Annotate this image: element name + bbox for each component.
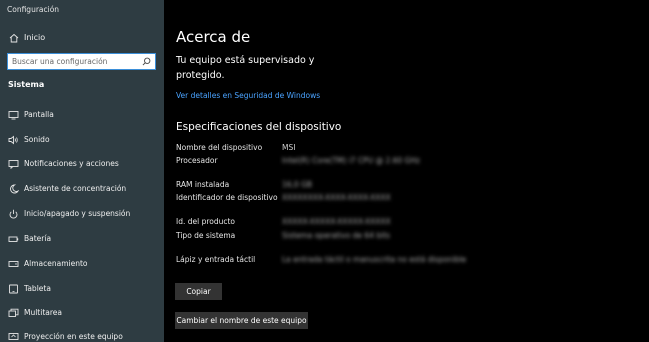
power-icon	[9, 209, 18, 219]
moon-icon	[10, 184, 19, 194]
spec-label: Tipo de sistema	[176, 231, 236, 240]
sidebar-item-sonido[interactable]: Sonido	[0, 129, 164, 151]
sidebar-home-label: Inicio	[24, 33, 46, 42]
spec-value: 16,0 GB	[282, 180, 313, 189]
spec-label: Nombre del dispositivo	[176, 143, 263, 152]
sidebar-item-label: Pantalla	[24, 110, 54, 119]
notifications-icon	[8, 160, 19, 169]
home-icon	[9, 33, 19, 43]
sidebar-item-inicio-apagado[interactable]: Inicio/apagado y suspensión	[0, 203, 164, 225]
sidebar-item-label: Sonido	[24, 135, 50, 144]
search-icon[interactable]	[142, 57, 151, 66]
sidebar-item-pantalla[interactable]: Pantalla	[0, 104, 164, 126]
specs-title: Especificaciones del dispositivo	[176, 121, 342, 133]
app-title: Configuración	[7, 5, 60, 14]
display-icon	[8, 111, 19, 120]
section-title: Sistema	[8, 80, 45, 89]
spec-value: Intel(R) Core(TM) i7 CPU @ 2.60 GHz	[282, 156, 420, 165]
spec-label: RAM instalada	[176, 180, 230, 189]
spec-value: XXXXXXXX-XXXX-XXXX-XXXX	[282, 193, 391, 202]
sidebar-item-label: Multitarea	[24, 308, 62, 317]
spec-value: La entrada táctil o manuscrita no está d…	[282, 255, 467, 264]
sidebar-item-tableta[interactable]: Tableta	[0, 278, 164, 300]
projection-icon	[8, 333, 19, 340]
sidebar-item-almacenamiento[interactable]: Almacenamiento	[0, 253, 164, 275]
spec-label: Procesador	[176, 156, 218, 165]
sidebar-item-multitarea[interactable]: Multitarea	[0, 302, 164, 324]
tablet-icon	[9, 284, 18, 294]
sidebar-item-label: Notificaciones y acciones	[24, 159, 119, 168]
sidebar-item-label: Tableta	[24, 284, 51, 293]
spec-label: Id. del producto	[176, 217, 236, 226]
sidebar-item-asistente[interactable]: Asistente de concentración	[0, 178, 164, 200]
sound-icon	[8, 135, 18, 145]
sidebar-item-proyeccion[interactable]: Proyección en este equipo	[0, 326, 164, 342]
sidebar-item-notificaciones[interactable]: Notificaciones y acciones	[0, 153, 164, 175]
copy-button[interactable]: Copiar	[175, 283, 222, 300]
spec-value: Sistema operativo de 64 bits	[282, 231, 391, 240]
spec-label: Identificador de dispositivo	[176, 193, 278, 202]
spec-value: MSI	[282, 143, 296, 152]
sidebar: Configuración Inicio Sistema Pantalla So…	[0, 0, 164, 342]
search-input[interactable]	[12, 55, 140, 68]
page-title: Acerca de	[176, 28, 251, 46]
sidebar-item-label: Inicio/apagado y suspensión	[24, 209, 131, 218]
search-box[interactable]	[7, 53, 156, 70]
sidebar-item-label: Asistente de concentración	[24, 184, 127, 193]
sidebar-item-bateria[interactable]: Batería	[0, 228, 164, 250]
sidebar-home[interactable]: Inicio	[0, 29, 164, 47]
rename-pc-button[interactable]: Cambiar el nombre de este equipo	[175, 312, 308, 329]
sidebar-item-label: Almacenamiento	[24, 259, 88, 268]
battery-icon	[8, 236, 19, 242]
main-content: Acerca de Tu equipo está supervisado y p…	[164, 0, 649, 342]
sidebar-item-label: Batería	[24, 234, 52, 243]
windows-security-link[interactable]: Ver detalles en Seguridad de Windows	[176, 91, 320, 100]
spec-value: XXXXX-XXXXX-XXXXX-XXXXX	[282, 217, 391, 226]
multitask-icon	[8, 308, 19, 317]
sidebar-item-label: Proyección en este equipo	[24, 332, 123, 341]
storage-icon	[8, 261, 19, 267]
spec-label: Lápiz y entrada táctil	[176, 255, 256, 264]
security-status-text: Tu equipo está supervisado y protegido.	[176, 55, 315, 81]
